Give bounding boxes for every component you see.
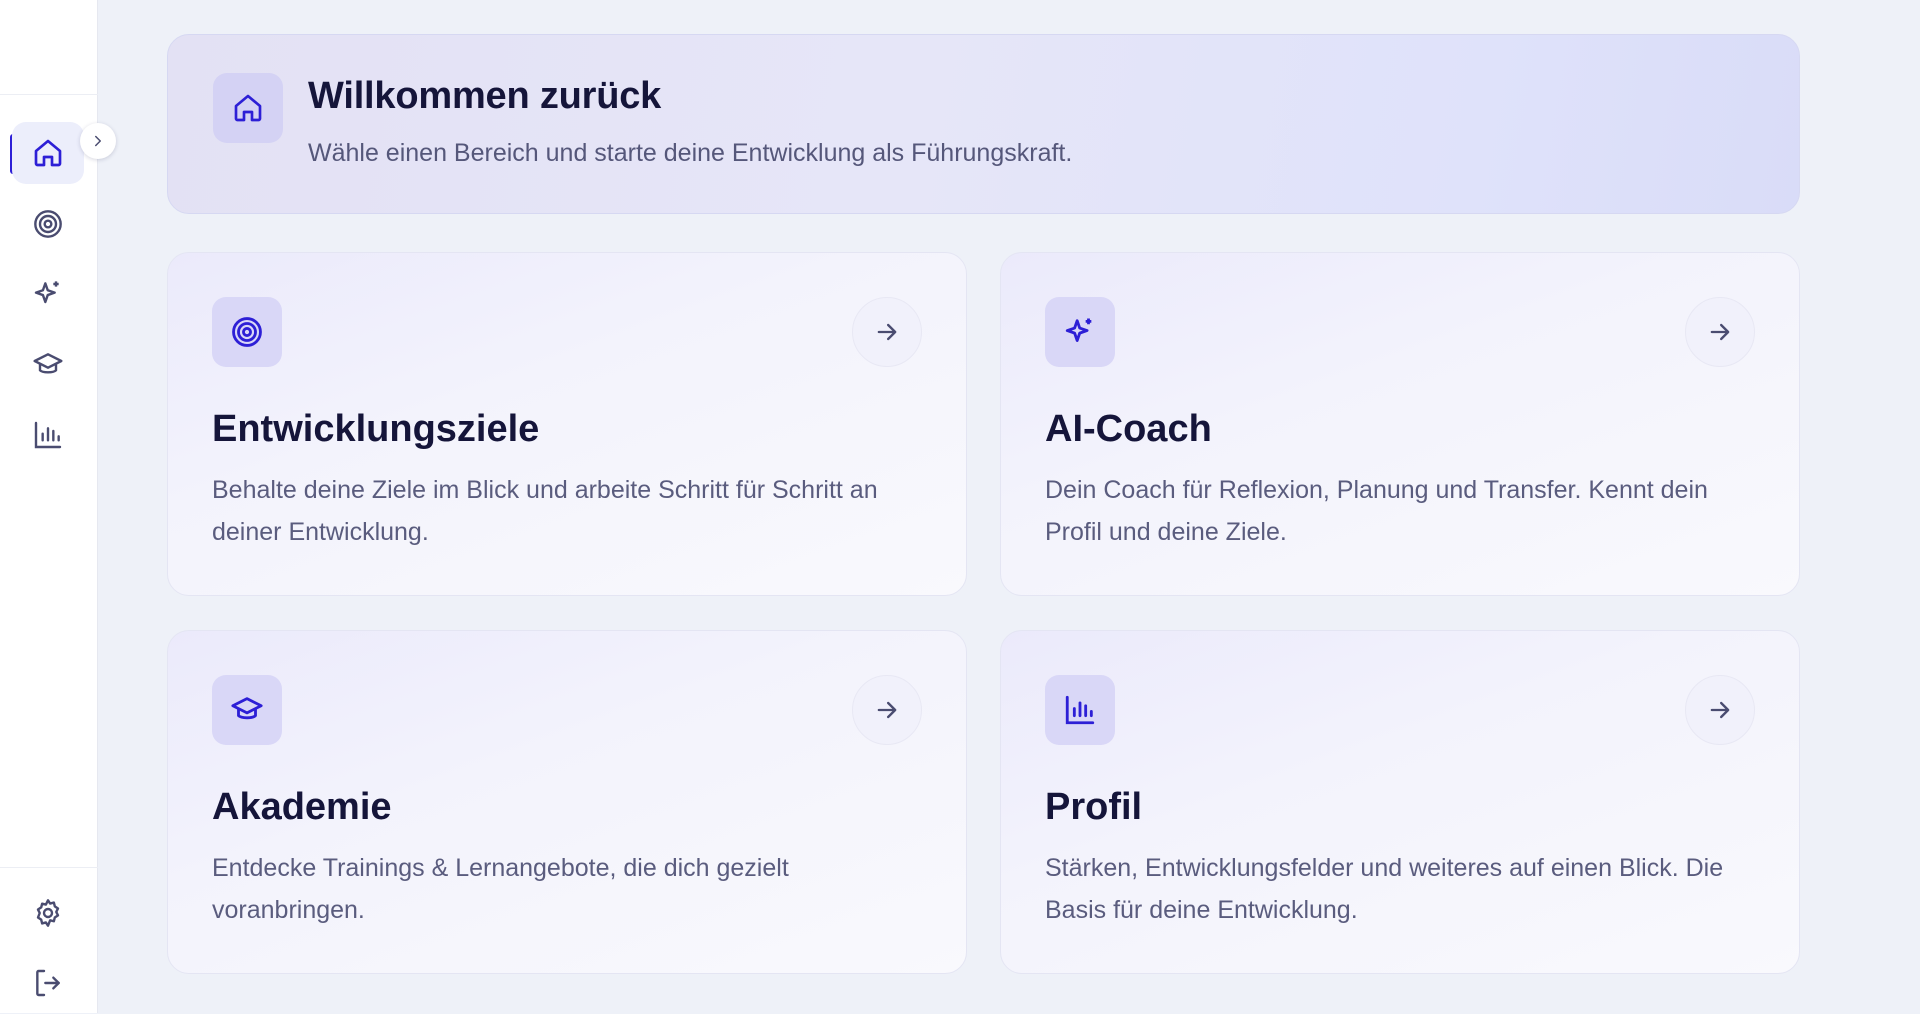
sidebar-item-home[interactable] — [12, 122, 84, 184]
card-entwicklungsziele[interactable]: Entwicklungsziele Behalte deine Ziele im… — [167, 252, 967, 596]
settings-icon — [36, 899, 60, 927]
arrow-right-icon — [877, 323, 897, 341]
card-profil[interactable]: Profil Stärken, Entwicklungsfelder und w… — [1000, 630, 1800, 974]
arrow-right-icon — [1710, 701, 1730, 719]
card-title: Akademie — [212, 786, 392, 828]
card-open-button[interactable] — [1685, 675, 1755, 745]
sidebar-item-goals[interactable] — [12, 193, 84, 255]
bar-chart-icon — [1065, 695, 1095, 725]
sidebar-item-settings[interactable] — [12, 882, 84, 944]
graduation-cap-icon — [231, 697, 263, 720]
card-title: Profil — [1045, 786, 1143, 828]
sidebar-item-ai-coach[interactable] — [12, 263, 84, 325]
card-title: AI-Coach — [1045, 408, 1212, 450]
sidebar-item-academy[interactable] — [12, 334, 84, 396]
card-description: Behalte deine Ziele im Blick und arbeite… — [212, 476, 878, 546]
card-icon-badge — [1045, 297, 1115, 367]
sparkles-icon — [34, 281, 59, 304]
bar-chart-icon — [34, 421, 62, 449]
graduation-cap-icon — [33, 353, 63, 374]
arrow-right-icon — [877, 701, 897, 719]
card-ai-coach[interactable]: AI-Coach Dein Coach für Reflexion, Planu… — [1000, 252, 1800, 596]
card-open-button[interactable] — [852, 297, 922, 367]
sidebar-collapse-button[interactable] — [80, 123, 116, 159]
page-subtitle: Wähle einen Bereich und starte deine Ent… — [308, 139, 1073, 167]
sparkles-icon — [1065, 318, 1092, 342]
logout-icon — [36, 969, 60, 997]
home-icon — [34, 139, 62, 167]
page-title: Willkommen zurück — [308, 75, 662, 117]
card-description: Dein Coach für Reflexion, Planung und Tr… — [1045, 476, 1708, 546]
card-open-button[interactable] — [852, 675, 922, 745]
arrow-right-icon — [1710, 323, 1730, 341]
card-akademie[interactable]: Akademie Entdecke Trainings & Lernangebo… — [167, 630, 967, 974]
card-icon-badge — [1045, 675, 1115, 745]
sidebar-divider-bottom — [0, 867, 98, 868]
card-description: Entdecke Trainings & Lernangebote, die d… — [212, 854, 789, 924]
target-icon — [232, 317, 262, 347]
card-description: Stärken, Entwicklungsfelder und weiteres… — [1045, 854, 1724, 924]
chevron-right-icon — [95, 135, 101, 147]
card-icon-badge — [212, 675, 282, 745]
card-title: Entwicklungsziele — [212, 408, 540, 450]
target-icon — [34, 210, 62, 238]
card-open-button[interactable] — [1685, 297, 1755, 367]
card-icon-badge — [212, 297, 282, 367]
sidebar-item-profile[interactable] — [12, 404, 84, 466]
welcome-icon-badge — [213, 73, 283, 143]
sidebar-divider-top — [0, 94, 98, 95]
sidebar-item-logout[interactable] — [12, 952, 84, 1014]
welcome-banner: Willkommen zurück Wähle einen Bereich un… — [167, 34, 1800, 214]
home-icon — [234, 94, 262, 122]
